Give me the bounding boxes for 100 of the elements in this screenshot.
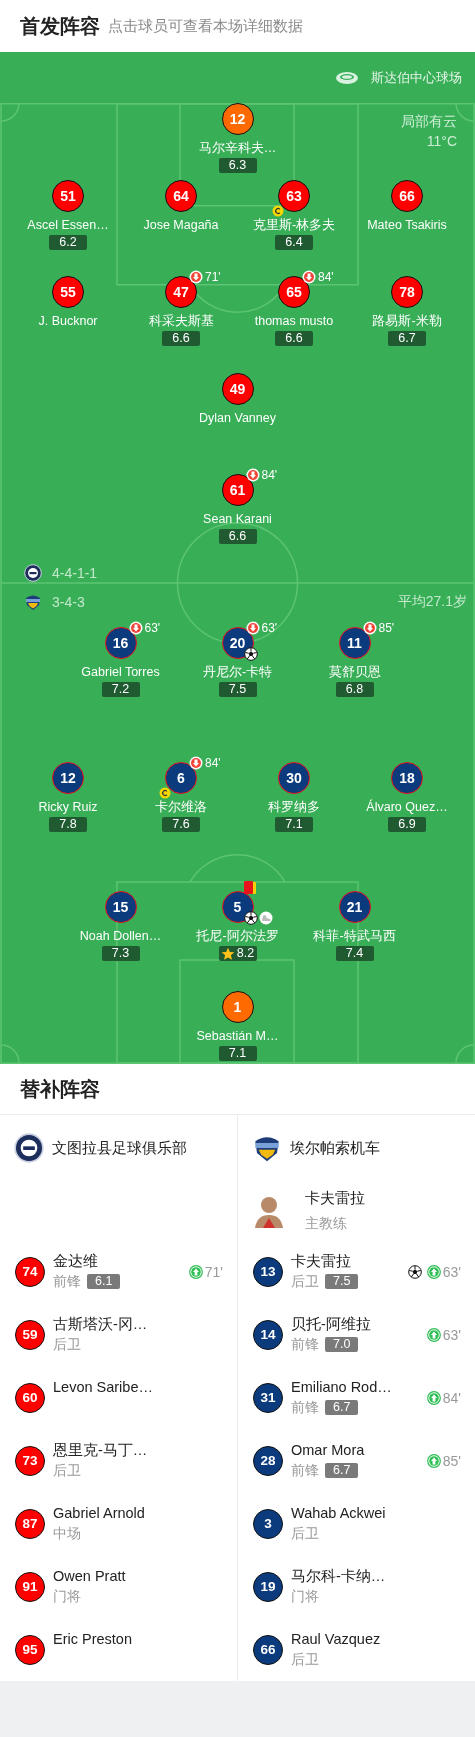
weather-text: 局部有云 — [401, 112, 457, 131]
player-number[interactable]: 95 — [15, 1634, 45, 1665]
player-number[interactable]: 6 — [165, 762, 197, 794]
rating-value: 6.4 — [285, 235, 303, 250]
player-number[interactable]: 14 — [253, 1319, 283, 1350]
player-number[interactable]: 64 — [165, 180, 197, 212]
player-position: 后卫 — [291, 1650, 319, 1668]
stadium-name: 斯达伯中心球场 — [371, 68, 462, 87]
rating-value: 6.3 — [228, 158, 247, 173]
player-name[interactable]: 马尔科-卡纳… — [291, 1567, 386, 1585]
substitution-minute: 84' — [442, 1389, 461, 1406]
substitution-minute: 63' — [261, 621, 278, 635]
rating-value: 7.2 — [111, 682, 130, 697]
rating-value: 8.2 — [236, 946, 255, 961]
player-number[interactable]: 73 — [15, 1445, 45, 1476]
player-number[interactable]: 55 — [52, 276, 84, 308]
substitution-out-icon — [245, 621, 260, 635]
player-name[interactable]: 贝托-阿维拉 — [291, 1315, 371, 1333]
substitution-minute: 85' — [442, 1452, 461, 1469]
player-name: Sean Karani — [203, 511, 272, 528]
player-name[interactable]: 恩里克-马丁… — [53, 1441, 148, 1459]
coach-role: 主教练 — [305, 1214, 348, 1232]
player-number[interactable]: 91 — [15, 1571, 45, 1602]
average-age: 平均27.1岁 — [397, 593, 467, 611]
player-name: Gabriel Torres — [81, 664, 160, 681]
player-number[interactable]: 21 — [338, 891, 371, 923]
rating-value: 7.8 — [59, 817, 77, 832]
substitution-minute: 63' — [144, 621, 161, 635]
player-name: Noah Dollen… — [79, 928, 162, 945]
player-name[interactable]: Eric Preston — [53, 1630, 132, 1648]
player-number[interactable]: 66 — [391, 180, 423, 212]
player-name: 托尼-阿尔法罗 — [196, 928, 279, 945]
player-number[interactable]: 61 — [221, 474, 254, 506]
substitution-out-icon — [128, 621, 143, 635]
player-number[interactable]: 60 — [15, 1382, 45, 1413]
player-number[interactable]: 30 — [278, 762, 310, 794]
player-number[interactable]: 11 — [338, 627, 371, 659]
player-position: 中场 — [53, 1524, 81, 1542]
substitution-out-icon — [302, 270, 316, 284]
player-number[interactable]: 19 — [253, 1571, 283, 1602]
player-name[interactable]: Emiliano Rod… — [291, 1378, 392, 1396]
player-name[interactable]: Raul Vazquez — [291, 1630, 381, 1648]
player-number[interactable]: 13 — [253, 1256, 283, 1287]
player-name: 卡尔维洛 — [155, 799, 207, 816]
substitution-minute: 63' — [442, 1263, 461, 1280]
rating-badge: 6.7 — [325, 1462, 359, 1478]
player-number[interactable]: 31 — [253, 1382, 283, 1413]
player-name[interactable]: Gabriel Arnold — [53, 1504, 145, 1522]
substitution-minute: 63' — [442, 1326, 461, 1343]
player-number[interactable]: 51 — [52, 180, 84, 212]
substitution-minute: 71' — [204, 1263, 223, 1280]
player-number[interactable]: 18 — [391, 762, 423, 794]
player-number[interactable]: 16 — [104, 627, 137, 659]
player-name[interactable]: Wahab Ackwei — [291, 1504, 386, 1522]
substitution-minute: 85' — [378, 621, 395, 635]
rating-value: 6.8 — [345, 682, 364, 697]
player-name: 路易斯-米勒 — [372, 313, 442, 330]
player-number[interactable]: 28 — [253, 1445, 283, 1476]
player-number[interactable]: 66 — [253, 1634, 283, 1665]
player-position: 门将 — [53, 1587, 81, 1605]
player-name[interactable]: 金达维 — [53, 1252, 121, 1270]
substitution-in-icon — [426, 1390, 441, 1405]
player-number[interactable]: 65 — [278, 276, 310, 308]
substitution-in-icon — [426, 1264, 441, 1279]
player-name: Jose Magaña — [143, 217, 219, 234]
player-name[interactable]: 古斯塔沃-冈… — [53, 1315, 148, 1333]
player-position: 后卫 — [53, 1461, 81, 1479]
substitution-minute: 84' — [205, 756, 221, 770]
player-number[interactable]: 3 — [253, 1508, 283, 1539]
player-name[interactable]: Omar Mora — [291, 1441, 365, 1459]
section-subtitle: 点击球员可查看本场详细数据 — [108, 16, 303, 36]
formation-label: 3-4-3 — [52, 594, 85, 610]
player-number[interactable]: 47 — [165, 276, 197, 308]
player-number[interactable]: 87 — [15, 1508, 45, 1539]
player-name: 莫舒贝恩 — [328, 664, 381, 681]
player-name[interactable]: Levon Saribe… — [53, 1378, 153, 1396]
player-number[interactable]: 59 — [15, 1319, 45, 1350]
team-name: 埃尔帕索机车 — [290, 1138, 380, 1158]
rating-value: 7.1 — [228, 1046, 247, 1061]
substitution-minute: 84' — [318, 270, 334, 284]
player-position: 前锋 — [291, 1461, 319, 1479]
player-number[interactable]: 49 — [221, 373, 254, 405]
player-name: Ricky Ruiz — [38, 799, 98, 816]
player-number[interactable]: 15 — [104, 891, 137, 923]
rating-value: 6.6 — [228, 529, 247, 544]
player-number[interactable]: 74 — [15, 1256, 45, 1287]
substitution-out-icon — [245, 468, 260, 482]
player-position: 前锋 — [291, 1335, 319, 1353]
rating-value: 7.1 — [285, 817, 303, 832]
team-logo-icon — [24, 563, 42, 582]
player-number[interactable]: 63 — [278, 180, 310, 212]
player-position: 前锋 — [291, 1398, 319, 1416]
player-name: 克里斯-林多夫 — [252, 217, 336, 234]
player-name[interactable]: 卡夫雷拉 — [291, 1252, 359, 1270]
player-number[interactable]: 12 — [52, 762, 84, 794]
team-logo-icon — [24, 593, 42, 611]
player-number[interactable]: 78 — [391, 276, 423, 308]
player-name[interactable]: Owen Pratt — [53, 1567, 126, 1585]
rating-value: 6.6 — [172, 331, 190, 346]
rating-value: 6.6 — [285, 331, 303, 346]
